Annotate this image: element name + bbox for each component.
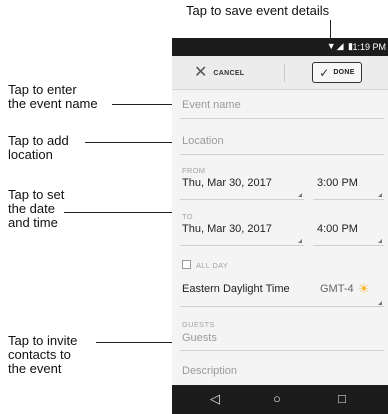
from-date-underline [180, 199, 304, 200]
toolbar-divider [284, 64, 285, 82]
sun-icon: ☀ [358, 281, 370, 296]
timezone-underline [180, 306, 384, 307]
callout-date-time-line3: and time [8, 215, 58, 230]
callout-location-line1: Tap to add [8, 133, 69, 148]
callout-invite: Tap to invite contacts to the event [8, 334, 77, 376]
description-field[interactable]: Description [182, 365, 237, 377]
status-bar: ▼◢ ▮ 1:19 PM [172, 38, 388, 56]
home-icon[interactable]: ○ [273, 391, 281, 407]
event-name-field[interactable]: Event name [182, 99, 241, 111]
from-date-selector[interactable]: Thu, Mar 30, 2017 [182, 177, 272, 189]
timezone-dropdown-icon [378, 301, 382, 305]
all-day-label: ALL DAY [196, 261, 229, 270]
callout-event-name-line1: Tap to enter [8, 82, 77, 97]
callout-location-line [85, 142, 178, 143]
callout-event-name-line [112, 104, 178, 105]
to-time-underline [313, 245, 384, 246]
event-name-underline [180, 118, 384, 119]
done-button[interactable]: ✓ DONE [312, 62, 362, 83]
callout-date-time-line2: the date [8, 201, 55, 216]
callout-location-line2: location [8, 147, 53, 162]
callout-invite-line2: contacts to [8, 347, 71, 362]
to-label: TO [182, 212, 193, 221]
from-label: FROM [182, 166, 206, 175]
guests-field[interactable]: Guests [182, 332, 217, 344]
callout-invite-line [96, 342, 178, 343]
navigation-bar: ◁ ○ □ [172, 385, 388, 414]
check-icon: ✓ [319, 65, 330, 80]
guests-underline [180, 350, 384, 351]
close-icon: ✕ [194, 64, 208, 81]
recent-apps-icon[interactable]: □ [338, 391, 346, 407]
callout-event-name-line2: the event name [8, 96, 98, 111]
status-icons: ▼◢ ▮ [326, 41, 354, 51]
to-date-selector[interactable]: Thu, Mar 30, 2017 [182, 223, 272, 235]
from-date-dropdown-icon [298, 193, 302, 197]
callout-save-event: Tap to save event details [186, 3, 330, 18]
event-toolbar: ✕ CANCEL ✓ DONE [172, 56, 388, 90]
from-time-underline [313, 199, 384, 200]
timezone-selector[interactable]: Eastern Daylight Time [182, 283, 290, 295]
back-icon[interactable]: ◁ [210, 391, 220, 407]
callout-date-time: Tap to set the date and time [8, 188, 64, 230]
phone-screen: ▼◢ ▮ 1:19 PM ✕ CANCEL ✓ DONE Event name … [172, 38, 388, 414]
callout-invite-line1: Tap to invite [8, 333, 78, 348]
to-date-underline [180, 245, 304, 246]
cancel-label: CANCEL [213, 69, 245, 77]
to-time-selector[interactable]: 4:00 PM [317, 223, 358, 235]
callout-location: Tap to add location [8, 134, 69, 162]
cancel-button[interactable]: ✕ CANCEL [194, 63, 244, 83]
location-field[interactable]: Location [182, 135, 224, 147]
callout-invite-line3: the event [8, 361, 62, 376]
from-time-selector[interactable]: 3:00 PM [317, 177, 358, 189]
timezone-offset: GMT-4 [320, 283, 354, 295]
status-time: 1:19 PM [352, 42, 386, 52]
callout-date-time-line [64, 212, 178, 213]
location-underline [180, 154, 384, 155]
to-date-dropdown-icon [298, 239, 302, 243]
done-label: DONE [333, 69, 355, 76]
callout-event-name: Tap to enter the event name [8, 83, 98, 111]
callout-date-time-line1: Tap to set [8, 187, 65, 202]
from-time-dropdown-icon [378, 193, 382, 197]
all-day-checkbox[interactable] [182, 260, 191, 269]
guests-label: GUESTS [182, 320, 215, 329]
to-time-dropdown-icon [378, 239, 382, 243]
